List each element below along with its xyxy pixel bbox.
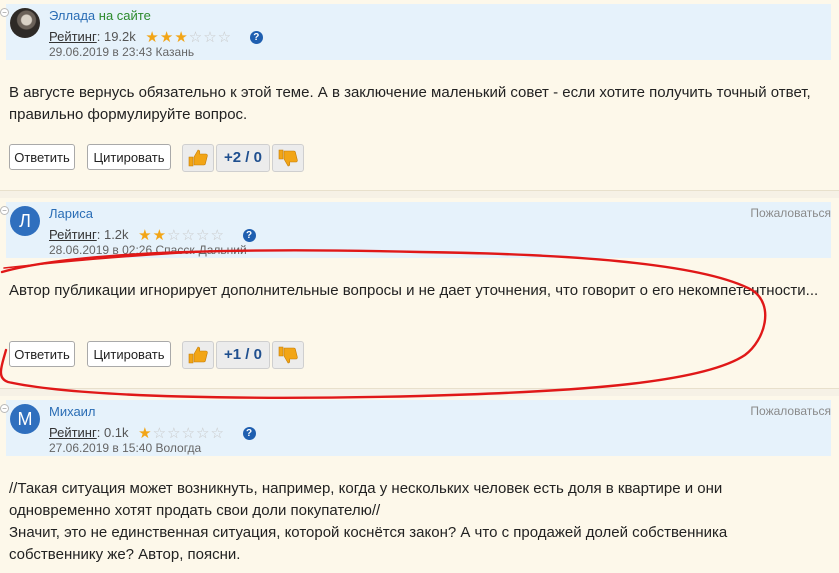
comment-meta: 29.06.2019 в 23:43 Казань — [49, 45, 194, 59]
star-empty-icon: ☆ — [210, 425, 225, 442]
rating-link[interactable]: Рейтинг — [49, 425, 97, 440]
author-link[interactable]: Эллада — [49, 8, 95, 23]
reply-button[interactable]: Ответить — [9, 144, 75, 170]
rating-stars: ★★☆☆☆☆ — [138, 226, 225, 244]
quote-button[interactable]: Цитировать — [87, 144, 171, 170]
star-empty-icon: ☆ — [188, 29, 204, 46]
comment-text: Автор публикации игнорирует дополнительн… — [9, 282, 819, 299]
comment-city: Спасск-Дальний — [155, 243, 247, 257]
thumbs-down-icon — [278, 346, 298, 364]
comment-meta: 28.06.2019 в 02:26 Спасск-Дальний — [49, 243, 247, 257]
rating: Рейтинг: 0.1k ★☆☆☆☆☆ ? — [49, 424, 256, 442]
star-filled-icon: ★ — [138, 227, 153, 244]
collapse-icon[interactable]: − — [0, 206, 9, 215]
comment-date: 27.06.2019 в 15:40 — [49, 441, 153, 455]
comment-text: В августе вернусь обязательно к этой тем… — [9, 84, 811, 123]
star-filled-icon: ★ — [159, 29, 175, 46]
comment-date: 28.06.2019 в 02:26 — [49, 243, 153, 257]
star-empty-icon: ☆ — [167, 425, 182, 442]
vote-score: +1 / 0 — [216, 341, 270, 369]
like-button[interactable] — [182, 144, 214, 172]
star-filled-icon: ★ — [145, 29, 160, 46]
complain-link[interactable]: Пожаловаться — [750, 206, 831, 220]
avatar[interactable]: М — [10, 404, 40, 434]
comment-meta: 27.06.2019 в 15:40 Вологда — [49, 441, 201, 455]
star-filled-icon: ★ — [174, 29, 189, 46]
comment-header: М Михаил Пожаловаться Рейтинг: 0.1k ★☆☆☆… — [6, 400, 831, 456]
thumbs-up-icon — [188, 149, 208, 167]
rating-stars: ★☆☆☆☆☆ — [138, 424, 225, 442]
star-filled-icon: ★ — [152, 227, 168, 244]
like-button[interactable] — [182, 341, 214, 369]
rating-stars: ★★★☆☆☆ — [145, 28, 232, 46]
thumbs-down-icon — [278, 149, 298, 167]
avatar[interactable] — [10, 8, 40, 38]
comment-city: Вологда — [155, 441, 202, 455]
comment-3: М Михаил Пожаловаться Рейтинг: 0.1k ★☆☆☆… — [0, 396, 839, 573]
star-empty-icon: ☆ — [195, 425, 211, 442]
comment-text-line: //Такая ситуация может возникнуть, напри… — [9, 480, 723, 519]
author-name[interactable]: Михаил — [49, 404, 96, 419]
collapse-icon[interactable]: − — [0, 404, 9, 413]
rating: Рейтинг: 1.2k ★★☆☆☆☆ ? — [49, 226, 256, 244]
rating-value: 19.2k — [103, 29, 136, 44]
rating-value: 1.2k — [103, 227, 129, 242]
comment-header: Эллада на сайте Рейтинг: 19.2k ★★★☆☆☆ ? … — [6, 4, 831, 60]
star-empty-icon: ☆ — [181, 425, 196, 442]
rating-link[interactable]: Рейтинг — [49, 29, 97, 44]
avatar[interactable]: Л — [10, 206, 40, 236]
star-empty-icon: ☆ — [203, 29, 218, 46]
help-icon[interactable]: ? — [242, 229, 256, 242]
comment-city: Казань — [155, 45, 195, 59]
thumbs-up-icon — [188, 346, 208, 364]
comment-text-line: Значит, это не единственная ситуация, ко… — [9, 524, 728, 563]
help-icon[interactable]: ? — [242, 427, 256, 440]
star-empty-icon: ☆ — [167, 227, 182, 244]
comment-date: 29.06.2019 в 23:43 — [49, 45, 153, 59]
rating-value: 0.1k — [103, 425, 129, 440]
author-name[interactable]: Лариса — [49, 206, 93, 221]
rating: Рейтинг: 19.2k ★★★☆☆☆ ? — [49, 28, 263, 46]
star-empty-icon: ☆ — [195, 227, 211, 244]
collapse-icon[interactable]: − — [0, 8, 9, 17]
reply-button[interactable]: Ответить — [9, 341, 75, 367]
comment-text: //Такая ситуация может возникнуть, напри… — [9, 478, 819, 566]
help-icon[interactable]: ? — [249, 31, 263, 44]
star-empty-icon: ☆ — [217, 29, 233, 46]
dislike-button[interactable] — [272, 341, 304, 369]
star-filled-icon: ★ — [138, 425, 153, 442]
star-empty-icon: ☆ — [152, 425, 168, 442]
dislike-button[interactable] — [272, 144, 304, 172]
comment-header: Л Лариса Пожаловаться Рейтинг: 1.2k ★★☆☆… — [6, 202, 831, 258]
online-status: на сайте — [98, 8, 151, 23]
author-name[interactable]: Эллада на сайте — [49, 8, 151, 23]
star-empty-icon: ☆ — [181, 227, 196, 244]
comment-2: Л Лариса Пожаловаться Рейтинг: 1.2k ★★☆☆… — [0, 198, 839, 389]
complain-link[interactable]: Пожаловаться — [750, 404, 831, 418]
comment-1: Эллада на сайте Рейтинг: 19.2k ★★★☆☆☆ ? … — [0, 0, 839, 191]
vote-score: +2 / 0 — [216, 144, 270, 172]
quote-button[interactable]: Цитировать — [87, 341, 171, 367]
rating-link[interactable]: Рейтинг — [49, 227, 97, 242]
star-empty-icon: ☆ — [210, 227, 225, 244]
